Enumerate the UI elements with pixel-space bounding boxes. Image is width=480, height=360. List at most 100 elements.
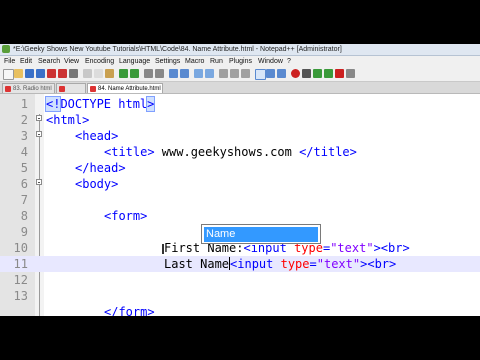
menu-plugins[interactable]: Plugins [229,56,252,67]
code-line: 5 </head> [0,160,480,176]
code-line: </form> [0,304,480,316]
token-text: www.geekyshows.com [154,145,300,159]
zoom-out-icon[interactable] [180,69,189,78]
token-text: Last Name [164,257,230,271]
menu-run[interactable]: Run [210,56,223,67]
save-all-icon[interactable] [36,69,45,78]
token-tag: <title> [104,145,155,159]
save-macro-icon[interactable] [335,69,344,78]
new-file-icon[interactable] [3,69,14,80]
code-line: 2 <html> [0,112,480,128]
redo-icon[interactable] [130,69,139,78]
undo-icon[interactable] [119,69,128,78]
run-macro-multiple-icon[interactable] [324,69,333,78]
token-tag: </form> [104,305,155,316]
line-number: 12 [13,273,28,287]
sync-v-icon[interactable] [194,69,203,78]
tab-name-attribute[interactable]: 84. Name Attribute.html [87,83,163,93]
token-tag: DOCTYPE html [60,97,148,111]
tab-bar: 83. Radio html 84. Name Attribute.html [0,82,480,94]
tab-label: 83. Radio html [13,86,52,92]
udl-icon[interactable] [255,69,266,80]
code-line: 4 <title> www.geekyshows.com </title> [0,144,480,160]
find-icon[interactable] [144,69,153,78]
unsaved-file-icon [59,86,65,92]
function-list-icon[interactable] [277,69,286,78]
wrap-icon[interactable] [219,69,228,78]
autocomplete-item[interactable]: Name [204,227,318,242]
cut-icon[interactable] [83,69,92,78]
copy-icon[interactable] [94,69,103,78]
letterbox-top [0,0,480,44]
indent-guide-icon[interactable] [241,69,250,78]
code-line: 8 <form> [0,208,480,224]
token-operator: = [309,257,317,271]
stop-macro-icon[interactable] [302,69,311,78]
token-tag: <input [230,257,281,271]
menu-search[interactable]: Search [38,56,60,67]
line-text: </head> [75,160,126,176]
open-file-icon[interactable] [14,69,23,78]
save-icon[interactable] [25,69,34,78]
code-line: 1 <!DOCTYPE html> [0,96,480,112]
line-number: 4 [20,145,28,159]
menu-bar: File Edit Search View Encoding Language … [0,56,480,67]
code-line: 13 [0,288,480,304]
menu-window[interactable]: Window [258,56,283,67]
print-icon[interactable] [69,69,78,78]
token-tag: > [373,241,381,255]
close-icon[interactable] [47,69,56,78]
menu-edit[interactable]: Edit [20,56,32,67]
token-tag: <html> [46,113,90,127]
token-tag: <br> [367,257,397,271]
token-value: "text" [316,257,361,271]
close-all-icon[interactable] [58,69,67,78]
doc-map-icon[interactable] [266,69,275,78]
window-title: *E:\Geeky Shows New Youtube Tutorials\HT… [13,46,342,53]
token-tag: <head> [75,129,119,143]
token-tag: <br> [380,241,410,255]
unsaved-file-icon [5,86,11,92]
title-bar: *E:\Geeky Shows New Youtube Tutorials\HT… [0,44,480,56]
line-number: 11 [13,257,28,271]
play-macro-icon[interactable] [313,69,322,78]
abc-icon[interactable] [346,69,355,78]
line-text: <head> [75,128,118,144]
all-chars-icon[interactable] [230,69,239,78]
line-number: 7 [20,193,28,207]
token-tag: <! [44,96,62,112]
replace-icon[interactable] [155,69,164,78]
token-tag: > [146,96,156,112]
token-tag: </head> [75,161,126,175]
token-tag: </title> [299,145,357,159]
tab-untitled[interactable] [56,83,86,93]
code-line: 6 <body> [0,176,480,192]
line-number: 13 [13,289,28,303]
line-text: <title> www.geekyshows.com </title> [104,144,357,160]
line-number: 9 [20,225,28,239]
code-line: 7 [0,192,480,208]
menu-settings[interactable]: Settings [155,56,180,67]
tab-radio[interactable]: 83. Radio html [2,83,55,93]
menu-file[interactable]: File [4,56,15,67]
menu-macro[interactable]: Macro [185,56,204,67]
zoom-in-icon[interactable] [169,69,178,78]
menu-help[interactable]: ? [287,56,291,67]
mouse-ibeam-cursor [162,244,164,254]
token-value: "text" [330,241,374,255]
sync-h-icon[interactable] [205,69,214,78]
notepadpp-icon [2,45,10,53]
paste-icon[interactable] [105,69,114,78]
line-text: <body> [75,176,118,192]
code-editor[interactable]: 1 <!DOCTYPE html> 2 <html> 3 <head> 4 <t… [0,94,480,316]
line-text: <!DOCTYPE html> [44,96,156,112]
line-text: <html> [46,112,89,128]
token-tag: <body> [75,177,119,191]
menu-language[interactable]: Language [119,56,150,67]
line-number: 6 [20,177,28,191]
menu-view[interactable]: View [64,56,79,67]
line-number: 5 [20,161,28,175]
line-text: <form> [104,208,147,224]
record-macro-icon[interactable] [291,69,300,78]
menu-encoding[interactable]: Encoding [85,56,114,67]
